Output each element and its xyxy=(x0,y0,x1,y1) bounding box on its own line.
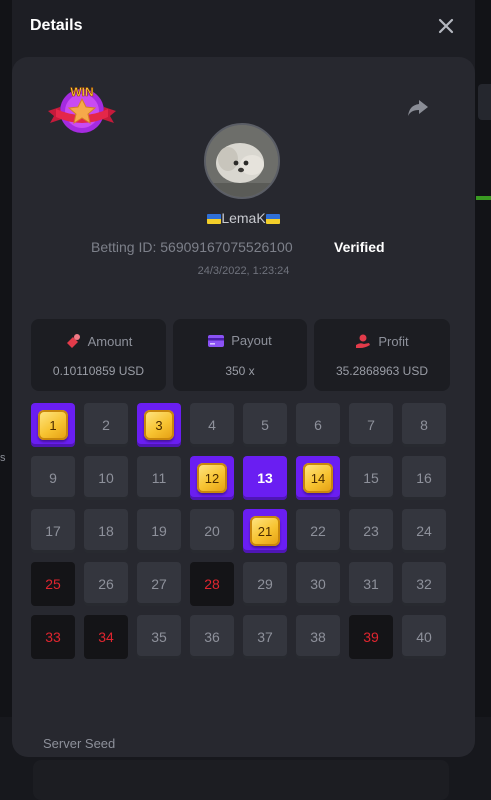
profit-label: Profit xyxy=(378,334,409,349)
betting-id-row: Betting ID: 56909167075526100 xyxy=(91,239,293,255)
grid-cell[interactable]: 20 xyxy=(190,509,234,553)
grid-cell[interactable]: 12 xyxy=(190,456,234,500)
close-button[interactable] xyxy=(434,14,458,38)
share-button[interactable] xyxy=(407,97,429,119)
amount-stat: Amount 0.10110859 USD xyxy=(31,319,166,391)
verified-label: Verified xyxy=(334,239,385,255)
grid-cell[interactable]: 4 xyxy=(190,403,234,447)
background-left-text: s xyxy=(0,452,6,464)
grid-cell[interactable]: 8 xyxy=(402,403,446,447)
grid-cell[interactable]: 10 xyxy=(84,456,128,500)
grid-cell[interactable]: 36 xyxy=(190,615,234,659)
grid-cell[interactable]: 17 xyxy=(31,509,75,553)
grid-cell[interactable]: 40 xyxy=(402,615,446,659)
profit-stat: Profit 35.2868963 USD xyxy=(314,319,450,391)
betting-id-label: Betting ID: xyxy=(91,239,157,255)
flag-icon xyxy=(265,214,280,224)
grid-cell[interactable]: 18 xyxy=(84,509,128,553)
payout-value: 350 x xyxy=(225,364,255,378)
server-seed-label: Server Seed xyxy=(43,736,116,751)
server-seed-field[interactable] xyxy=(33,760,449,800)
modal-title: Details xyxy=(30,17,83,34)
grid-cell[interactable]: 31 xyxy=(349,562,393,606)
win-badge-icon: WIN xyxy=(48,85,116,133)
background-left-panel xyxy=(0,0,12,717)
avatar-image xyxy=(206,125,278,197)
username-text: LemaK xyxy=(221,210,266,226)
payout-stat: Payout 350 x xyxy=(173,319,307,391)
grid-cell[interactable]: 22 xyxy=(296,509,340,553)
grid-cell[interactable]: 13 xyxy=(243,456,287,500)
betting-id-value: 56909167075526100 xyxy=(160,239,293,255)
grid-cell[interactable]: 5 xyxy=(243,403,287,447)
grid-cell[interactable]: 34 xyxy=(84,615,128,659)
background-right-accent xyxy=(476,196,491,200)
amount-header: Amount xyxy=(31,333,166,352)
gem-tile: 14 xyxy=(303,463,333,493)
grid-cell[interactable]: 14 xyxy=(296,456,340,500)
amount-label: Amount xyxy=(87,334,133,349)
grid-cell[interactable]: 16 xyxy=(402,456,446,500)
gem-tile: 1 xyxy=(38,410,68,440)
money-icon xyxy=(65,333,81,352)
grid-cell[interactable]: 38 xyxy=(296,615,340,659)
win-badge-text: WIN xyxy=(70,85,93,99)
bet-details-card: WIN LemaK Betting ID: 56909167075526100 … xyxy=(12,57,475,800)
grid-cell[interactable]: 15 xyxy=(349,456,393,500)
grid-cell[interactable]: 3 xyxy=(137,403,181,447)
grid-cell[interactable]: 24 xyxy=(402,509,446,553)
gem-tile: 12 xyxy=(197,463,227,493)
grid-cell[interactable]: 27 xyxy=(137,562,181,606)
grid-cell[interactable]: 30 xyxy=(296,562,340,606)
gem-tile: 3 xyxy=(144,410,174,440)
grid-cell[interactable]: 2 xyxy=(84,403,128,447)
username: LemaK xyxy=(12,210,475,226)
grid-cell[interactable]: 32 xyxy=(402,562,446,606)
share-icon xyxy=(408,100,428,116)
gem-tile: 21 xyxy=(250,516,280,546)
grid-cell[interactable]: 6 xyxy=(296,403,340,447)
payout-label: Payout xyxy=(231,333,272,348)
amount-value: 0.10110859 USD xyxy=(52,364,145,378)
grid-cell[interactable]: 26 xyxy=(84,562,128,606)
payout-header: Payout xyxy=(173,333,307,351)
grid-cell[interactable]: 33 xyxy=(31,615,75,659)
grid-cell[interactable]: 23 xyxy=(349,509,393,553)
grid-cell[interactable]: 39 xyxy=(349,615,393,659)
bet-timestamp: 24/3/2022, 1:23:24 xyxy=(197,265,290,277)
grid-cell[interactable]: 25 xyxy=(31,562,75,606)
grid-cell[interactable]: 28 xyxy=(190,562,234,606)
details-modal: Details WIN LemaK Betting ID: 5690916707… xyxy=(12,0,475,800)
background-right-box xyxy=(478,84,491,120)
grid-cell[interactable]: 1 xyxy=(31,403,75,447)
profit-header: Profit xyxy=(314,333,450,352)
close-icon xyxy=(438,18,454,34)
grid-cell[interactable]: 37 xyxy=(243,615,287,659)
hand-coin-icon xyxy=(355,333,371,352)
avatar xyxy=(204,123,280,199)
grid-cell[interactable]: 11 xyxy=(137,456,181,500)
flag-icon xyxy=(207,214,222,224)
grid-cell[interactable]: 9 xyxy=(31,456,75,500)
grid-cell[interactable]: 29 xyxy=(243,562,287,606)
grid-cell[interactable]: 35 xyxy=(137,615,181,659)
card-icon xyxy=(208,334,225,351)
grid-cell[interactable]: 19 xyxy=(137,509,181,553)
grid-cell[interactable]: 7 xyxy=(349,403,393,447)
profit-value: 35.2868963 USD xyxy=(335,364,429,378)
grid-cell[interactable]: 21 xyxy=(243,509,287,553)
win-badge: WIN xyxy=(46,85,118,141)
